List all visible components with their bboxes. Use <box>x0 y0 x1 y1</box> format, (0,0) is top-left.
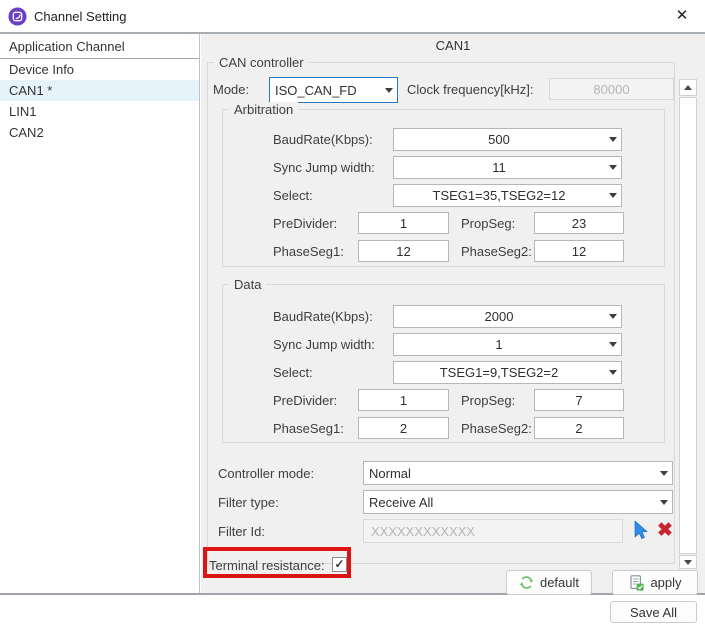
data-phaseseg2-input[interactable] <box>534 417 624 439</box>
refresh-icon <box>519 575 534 590</box>
arb-phaseseg2-label: PhaseSeg2: <box>461 240 532 263</box>
data-phaseseg1-label: PhaseSeg1: <box>273 417 344 440</box>
data-select-label: Select: <box>273 361 313 384</box>
clock-frequency-label: Clock frequency[kHz]: <box>407 78 533 101</box>
filter-type-select[interactable]: Receive All <box>363 490 673 514</box>
channel-setting-dialog: Channel Setting ✕ Application Channel De… <box>0 0 705 626</box>
window-title: Channel Setting <box>34 9 127 24</box>
arb-baudrate-label: BaudRate(Kbps): <box>273 128 373 151</box>
data-phaseseg1-input[interactable] <box>358 417 449 439</box>
apply-check-icon <box>628 575 644 591</box>
sidebar-item-lin1[interactable]: LIN1 <box>0 101 199 122</box>
data-sync-jump-label: Sync Jump width: <box>273 333 375 356</box>
arb-sync-jump-value: 11 <box>394 160 604 175</box>
data-baudrate-value: 2000 <box>394 309 604 324</box>
controller-mode-select[interactable]: Normal <box>363 461 673 485</box>
dropdown-arrow-icon <box>604 342 621 347</box>
page-title: CAN1 <box>201 38 705 53</box>
dropdown-arrow-icon <box>604 193 621 198</box>
delete-x-glyph: ✖ <box>657 520 673 542</box>
footer: Save All <box>0 597 705 626</box>
scrollbar-thumb[interactable] <box>679 97 697 554</box>
arb-select-label: Select: <box>273 184 313 207</box>
filter-type-label: Filter type: <box>218 491 279 514</box>
pointer-cursor-icon[interactable] <box>629 519 651 543</box>
arb-sync-jump-label: Sync Jump width: <box>273 156 375 179</box>
data-predivider-label: PreDivider: <box>273 389 337 412</box>
dropdown-arrow-icon <box>655 471 672 476</box>
arb-baudrate-value: 500 <box>394 132 604 147</box>
arb-baudrate-select[interactable]: 500 <box>393 128 622 151</box>
filter-id-input[interactable] <box>363 519 623 543</box>
default-button-label: default <box>540 575 579 590</box>
data-sync-jump-select[interactable]: 1 <box>393 333 622 356</box>
arb-propseg-label: PropSeg: <box>461 212 515 235</box>
filter-id-label: Filter Id: <box>218 520 265 543</box>
default-button[interactable]: default <box>506 570 592 595</box>
arb-phaseseg2-input[interactable] <box>534 240 624 262</box>
settings-panel: CAN1 CAN controller Mode: ISO_CAN_FD Clo… <box>201 34 705 593</box>
arb-phaseseg1-label: PhaseSeg1: <box>273 240 344 263</box>
arb-predivider-input[interactable] <box>358 212 449 234</box>
arb-tseg-select[interactable]: TSEG1=35,TSEG2=12 <box>393 184 622 207</box>
save-all-button-label: Save All <box>630 605 677 620</box>
sidebar: Application Channel Device Info CAN1 * L… <box>0 34 200 593</box>
sidebar-header: Application Channel <box>0 34 199 59</box>
data-baudrate-label: BaudRate(Kbps): <box>273 305 373 328</box>
controller-mode-label: Controller mode: <box>218 462 314 485</box>
dialog-body: Application Channel Device Info CAN1 * L… <box>0 34 705 595</box>
arb-predivider-label: PreDivider: <box>273 212 337 235</box>
filter-type-value: Receive All <box>364 495 655 510</box>
save-all-button[interactable]: Save All <box>610 601 697 623</box>
delete-filter-icon[interactable]: ✖ <box>654 519 676 543</box>
data-tseg-select[interactable]: TSEG1=9,TSEG2=2 <box>393 361 622 384</box>
scrollbar <box>679 79 697 569</box>
scroll-up-icon[interactable] <box>679 79 697 96</box>
data-phaseseg2-label: PhaseSeg2: <box>461 417 532 440</box>
dropdown-arrow-icon <box>604 370 621 375</box>
data-predivider-input[interactable] <box>358 389 449 411</box>
dropdown-arrow-icon <box>604 314 621 319</box>
arb-sync-jump-select[interactable]: 11 <box>393 156 622 179</box>
app-icon <box>8 7 27 26</box>
red-highlight-annotation <box>203 547 351 578</box>
mode-select[interactable]: ISO_CAN_FD <box>269 77 398 103</box>
scroll-down-icon[interactable] <box>679 555 697 569</box>
data-baudrate-select[interactable]: 2000 <box>393 305 622 328</box>
close-icon[interactable]: ✕ <box>671 5 693 27</box>
dropdown-arrow-icon <box>655 500 672 505</box>
apply-button[interactable]: apply <box>612 570 698 595</box>
data-propseg-input[interactable] <box>534 389 624 411</box>
dropdown-arrow-icon <box>604 165 621 170</box>
clock-frequency-input[interactable] <box>549 78 674 100</box>
sidebar-item-device-info[interactable]: Device Info <box>0 59 199 80</box>
dropdown-arrow-icon <box>604 137 621 142</box>
arb-tseg-value: TSEG1=35,TSEG2=12 <box>394 188 604 203</box>
arb-phaseseg1-input[interactable] <box>358 240 449 262</box>
mode-select-value: ISO_CAN_FD <box>270 83 380 98</box>
arbitration-group-title: Arbitration <box>229 102 298 117</box>
data-propseg-label: PropSeg: <box>461 389 515 412</box>
apply-button-label: apply <box>650 575 681 590</box>
mode-label: Mode: <box>213 78 249 101</box>
data-tseg-value: TSEG1=9,TSEG2=2 <box>394 365 604 380</box>
can-controller-group-title: CAN controller <box>214 55 309 70</box>
dropdown-arrow-icon <box>380 88 397 93</box>
data-sync-jump-value: 1 <box>394 337 604 352</box>
sidebar-item-can1[interactable]: CAN1 * <box>0 80 199 101</box>
sidebar-item-can2[interactable]: CAN2 <box>0 122 199 143</box>
data-group-title: Data <box>229 277 266 292</box>
titlebar: Channel Setting ✕ <box>0 0 705 34</box>
arb-propseg-input[interactable] <box>534 212 624 234</box>
controller-mode-value: Normal <box>364 466 655 481</box>
